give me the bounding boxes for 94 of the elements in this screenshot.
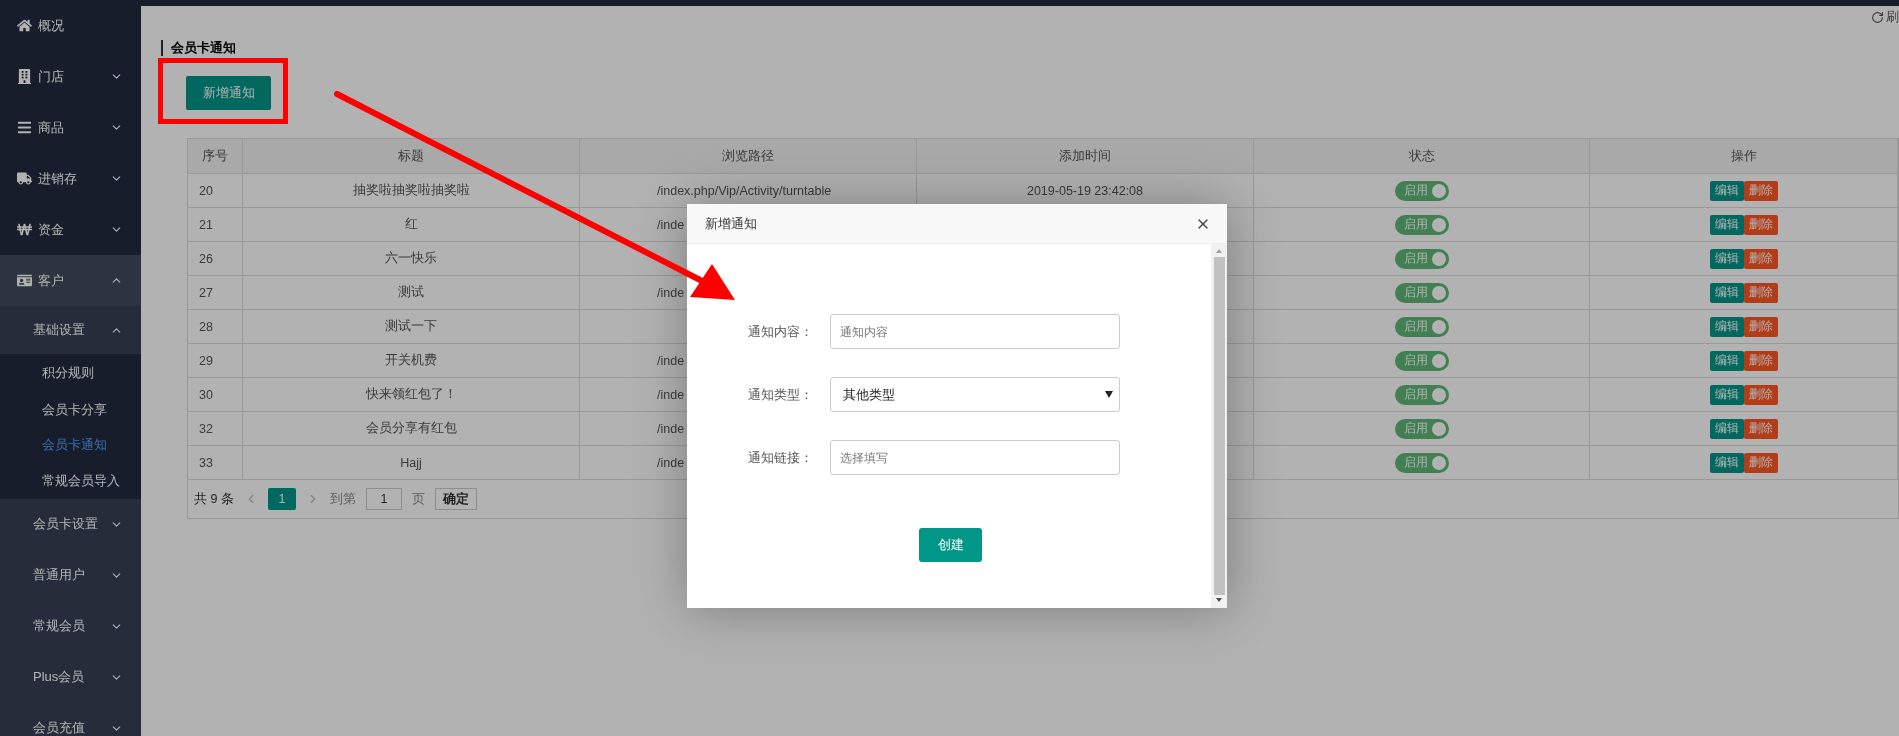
status-switch[interactable]: 启用 [1394, 350, 1449, 371]
delete-button[interactable]: 删除 [1743, 282, 1778, 303]
table-cell: 20 [199, 183, 213, 198]
table-cell: 抽奖啦抽奖啦抽奖啦 [352, 182, 470, 199]
field-label: 通知链接： [747, 448, 814, 467]
column-header: 操作 [1590, 139, 1898, 173]
scroll-up-icon[interactable] [1215, 248, 1223, 255]
edit-button[interactable]: 编辑 [1709, 248, 1744, 269]
create-button[interactable]: 创建 [919, 528, 982, 562]
currency-icon [16, 221, 32, 238]
table-cell: /inde [657, 455, 685, 470]
confirm-button[interactable]: 确定 [434, 488, 477, 510]
delete-button[interactable]: 删除 [1743, 316, 1778, 337]
delete-button[interactable]: 删除 [1743, 452, 1778, 473]
column-header: 状态 [1254, 139, 1590, 173]
column-header: 序号 [188, 139, 243, 173]
refresh-button[interactable]: 刷 [1871, 8, 1899, 26]
status-switch[interactable]: 启用 [1394, 248, 1449, 269]
status-switch[interactable]: 启用 [1394, 384, 1449, 405]
status-switch[interactable]: 启用 [1394, 180, 1449, 201]
table-cell: 21 [199, 217, 213, 232]
building-icon [16, 68, 32, 85]
table-cell: Hajj [400, 455, 422, 470]
dialog-title: 新增通知 [705, 214, 757, 233]
edit-button[interactable]: 编辑 [1709, 452, 1744, 473]
edit-button[interactable]: 编辑 [1709, 180, 1744, 201]
table-cell: 会员分享有红包 [365, 420, 457, 437]
id-card-icon [16, 272, 32, 289]
table-cell: /inde [657, 217, 685, 232]
status-switch[interactable]: 启用 [1394, 282, 1449, 303]
edit-button[interactable]: 编辑 [1709, 316, 1744, 337]
table-cell: 29 [199, 353, 213, 368]
input-field[interactable]: 通知内容 [830, 314, 1120, 349]
table-cell: /inde [657, 285, 685, 300]
page-title: 会员卡通知 [161, 40, 1899, 56]
add-button[interactable]: 新增通知 [186, 76, 271, 110]
page-unit: 页 [411, 490, 425, 508]
delete-button[interactable]: 删除 [1743, 214, 1778, 235]
status-switch[interactable]: 启用 [1394, 316, 1449, 337]
table-cell: 开关机费 [385, 352, 437, 369]
table-cell: 33 [199, 455, 213, 470]
table-cell: /index.php/Vip/Activity/turntable [657, 183, 832, 198]
table-cell: /inde [657, 353, 685, 368]
sidebar-item[interactable]: 会员卡设置 [0, 498, 141, 550]
goto-label: 到第 [329, 490, 356, 508]
status-switch[interactable]: 启用 [1394, 214, 1449, 235]
scroll-down-icon[interactable] [1215, 597, 1223, 604]
menu-icon [16, 119, 32, 136]
table-cell: 红 [404, 216, 418, 233]
table-cell: 六一快乐 [385, 250, 437, 267]
table-cell: 32 [199, 421, 213, 436]
table-cell: 2019-05-19 23:42:08 [1026, 183, 1144, 198]
edit-button[interactable]: 编辑 [1709, 282, 1744, 303]
refresh-icon [1871, 10, 1884, 24]
edit-button[interactable]: 编辑 [1709, 214, 1744, 235]
table-cell: /inde [657, 421, 685, 436]
sidebar-item[interactable]: 常规会员 [0, 600, 141, 652]
sidebar-item[interactable]: 普通用户 [0, 549, 141, 601]
type-select[interactable]: 其他类型 [830, 377, 1120, 412]
table-cell: 28 [199, 319, 213, 334]
field-label: 通知内容： [747, 322, 814, 341]
delete-button[interactable]: 删除 [1743, 418, 1778, 439]
page-input[interactable]: 1 [365, 488, 402, 510]
table-cell: 30 [199, 387, 213, 402]
edit-button[interactable]: 编辑 [1709, 418, 1744, 439]
sidebar-item[interactable]: 基础设置 [0, 306, 141, 354]
truck-icon [16, 170, 32, 187]
column-header: 标题 [243, 139, 580, 173]
total-count: 共 9 条 [194, 490, 234, 508]
sidebar-item[interactable]: 客户 [0, 255, 141, 306]
field-label: 通知类型： [747, 385, 814, 404]
delete-button[interactable]: 删除 [1743, 180, 1778, 201]
sidebar-item[interactable]: 会员充值 [0, 702, 141, 736]
table-cell: 27 [199, 285, 213, 300]
edit-button[interactable]: 编辑 [1709, 350, 1744, 371]
dropdown-icon [1105, 391, 1113, 398]
edit-button[interactable]: 编辑 [1709, 384, 1744, 405]
sidebar-item[interactable]: Plus会员 [0, 651, 141, 703]
input-field[interactable]: 选择填写 [830, 440, 1120, 475]
table-cell: /inde [657, 387, 685, 402]
delete-button[interactable]: 删除 [1743, 248, 1778, 269]
status-switch[interactable]: 启用 [1394, 452, 1449, 473]
home-icon [16, 17, 32, 34]
delete-button[interactable]: 删除 [1743, 384, 1778, 405]
page-button[interactable]: 1 [267, 488, 296, 510]
column-header: 浏览路径 [580, 139, 917, 173]
scrollbar[interactable] [1211, 244, 1227, 608]
column-header: 添加时间 [917, 139, 1254, 173]
table-cell: 26 [199, 251, 213, 266]
delete-button[interactable]: 删除 [1743, 350, 1778, 371]
table-cell: 测试一下 [385, 318, 437, 335]
table-cell: 快来领红包了！ [365, 386, 457, 403]
table-cell: 测试 [398, 284, 424, 301]
status-switch[interactable]: 启用 [1394, 418, 1449, 439]
